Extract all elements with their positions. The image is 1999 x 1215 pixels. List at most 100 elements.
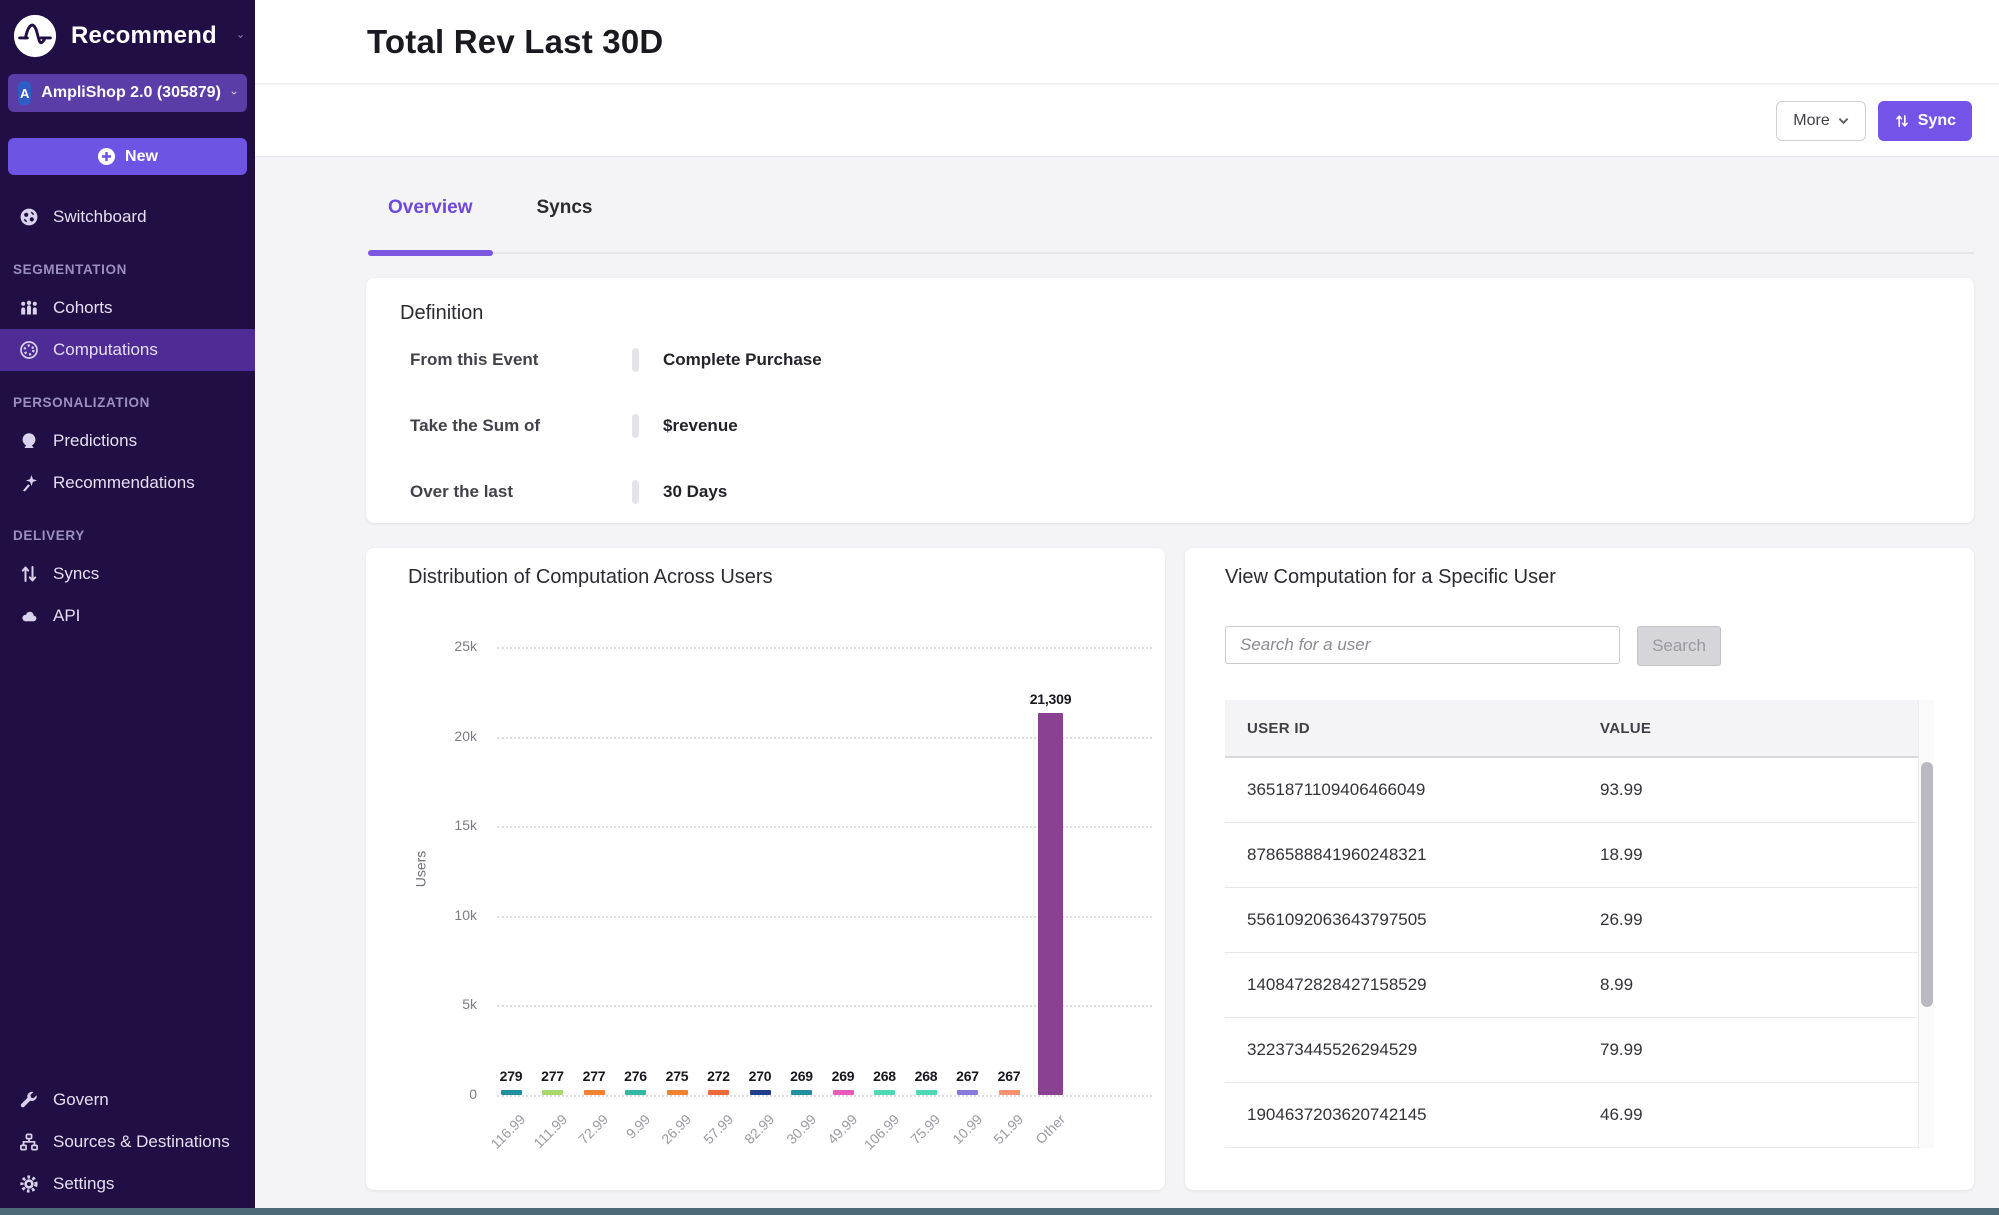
user-values-table: USER ID VALUE 365187110940646604993.9987… — [1225, 700, 1934, 1152]
api-icon — [19, 606, 39, 626]
chevron-down-icon — [231, 89, 237, 97]
sync-button-label: Sync — [1918, 112, 1956, 130]
search-button[interactable]: Search — [1637, 626, 1721, 666]
separator — [632, 348, 639, 372]
sidebar-item-sources-destinations[interactable]: Sources & Destinations — [0, 1121, 255, 1163]
table-row[interactable]: 365187110940646604993.99 — [1225, 758, 1918, 823]
bar-49-99[interactable] — [833, 1090, 854, 1095]
sidebar-item-computations[interactable]: Computations — [0, 329, 255, 371]
user-id-cell: 1904637203620742145 — [1225, 1105, 1600, 1125]
definition-row-label: From this Event — [410, 350, 620, 370]
gridline — [497, 1095, 1152, 1097]
column-header-user-id: USER ID — [1225, 720, 1600, 737]
bar-51-99[interactable] — [999, 1090, 1020, 1095]
bar-10-99[interactable] — [957, 1090, 978, 1095]
new-button[interactable]: New — [8, 138, 247, 175]
user-search-input[interactable] — [1225, 626, 1620, 664]
table-row[interactable]: 32237344552629452979.99 — [1225, 1018, 1918, 1083]
value-cell: 93.99 — [1600, 780, 1643, 800]
y-axis-tick: 10k — [407, 907, 477, 923]
y-axis-tick: 25k — [407, 638, 477, 654]
column-header-value: VALUE — [1600, 720, 1651, 737]
sidebar-item-govern[interactable]: Govern — [0, 1079, 255, 1121]
sidebar-item-syncs[interactable]: Syncs — [0, 553, 255, 595]
sidebar-item-predictions[interactable]: Predictions — [0, 420, 255, 462]
bar-value-label: 21,309 — [1019, 691, 1083, 707]
sidebar-nav: SwitchboardSEGMENTATION Cohorts Computatio… — [0, 196, 255, 637]
definition-row-value: Complete Purchase — [663, 350, 822, 370]
bottom-edge-strip — [0, 1208, 1999, 1215]
bar-75-99[interactable] — [916, 1090, 937, 1095]
chevron-down-icon — [1838, 117, 1849, 125]
sidebar-item-label: Predictions — [53, 431, 137, 451]
bar-26-99[interactable] — [667, 1090, 688, 1095]
sidebar-item-label: Cohorts — [53, 298, 113, 318]
chevron-down-icon — [238, 32, 243, 41]
scrollbar-thumb[interactable] — [1921, 762, 1933, 1007]
table-row[interactable]: 190463720362074214546.99 — [1225, 1083, 1918, 1148]
user-lookup-title: View Computation for a Specific User — [1225, 566, 1556, 589]
bar-other[interactable] — [1038, 713, 1063, 1095]
table-row[interactable]: 556109206364379750526.99 — [1225, 888, 1918, 953]
definition-row: Over the last 30 Days — [410, 480, 727, 504]
sidebar-item-cohorts[interactable]: Cohorts — [0, 287, 255, 329]
govern-icon — [19, 1090, 39, 1110]
switchboard-icon — [19, 207, 39, 227]
bar-82-99[interactable] — [750, 1090, 771, 1095]
bar-111-99[interactable] — [542, 1090, 563, 1095]
more-button[interactable]: More — [1776, 101, 1865, 141]
definition-row: From this Event Complete Purchase — [410, 348, 822, 372]
y-axis-tick: 5k — [407, 996, 477, 1012]
sidebar: Recommend A AmpliShop 2.0 (305879) New S… — [0, 0, 255, 1215]
cohorts-icon — [19, 298, 39, 318]
user-id-cell: 322373445526294529 — [1225, 1040, 1600, 1060]
main-area: Total Rev Last 30D More Sync Overview Sy… — [255, 0, 1999, 1215]
sources-icon — [19, 1132, 39, 1152]
tab-overview[interactable]: Overview — [368, 157, 493, 252]
bar-value-label: 267 — [977, 1068, 1041, 1084]
definition-row-label: Take the Sum of — [410, 416, 620, 436]
table-row[interactable]: 878658884196024832118.99 — [1225, 823, 1918, 888]
settings-icon — [19, 1174, 39, 1194]
definition-row-value: $revenue — [663, 416, 738, 436]
amplitude-logo-icon — [12, 13, 58, 59]
y-axis-tick: 15k — [407, 817, 477, 833]
bar-106-99[interactable] — [874, 1090, 895, 1095]
definition-row: Take the Sum of $revenue — [410, 414, 738, 438]
chart-title: Distribution of Computation Across Users — [408, 566, 773, 589]
bar-57-99[interactable] — [708, 1090, 729, 1095]
sidebar-item-api[interactable]: API — [0, 595, 255, 637]
brand-header[interactable]: Recommend — [0, 0, 255, 62]
sync-button[interactable]: Sync — [1878, 101, 1972, 141]
product-name: Recommend — [71, 22, 217, 50]
sidebar-section-personalization: PERSONALIZATION — [0, 371, 255, 420]
recommendations-icon — [19, 473, 39, 493]
sidebar-item-switchboard[interactable]: Switchboard — [0, 196, 255, 238]
table-scrollbar[interactable] — [1918, 700, 1934, 1148]
sidebar-section-segmentation: SEGMENTATION — [0, 238, 255, 287]
sidebar-item-settings[interactable]: Settings — [0, 1163, 255, 1205]
sync-arrows-icon — [1894, 113, 1910, 129]
user-id-cell: 3651871109406466049 — [1225, 780, 1600, 800]
distribution-chart-card: Distribution of Computation Across Users… — [366, 548, 1165, 1190]
table-row[interactable]: 14084728284271585298.99 — [1225, 953, 1918, 1018]
x-axis-tick: 116.99 — [452, 1111, 528, 1187]
project-selector[interactable]: A AmpliShop 2.0 (305879) — [8, 74, 247, 112]
bar-9-99[interactable] — [625, 1090, 646, 1095]
user-lookup-card: View Computation for a Specific User Sea… — [1185, 548, 1974, 1190]
bar-30-99[interactable] — [791, 1090, 812, 1095]
value-cell: 8.99 — [1600, 975, 1633, 995]
user-id-cell: 1408472828427158529 — [1225, 975, 1600, 995]
tab-syncs[interactable]: Syncs — [517, 157, 613, 252]
sidebar-section-delivery: DELIVERY — [0, 504, 255, 553]
new-button-label: New — [125, 148, 158, 166]
bar-72-99[interactable] — [584, 1090, 605, 1095]
sidebar-item-label: Sources & Destinations — [53, 1132, 230, 1152]
more-button-label: More — [1793, 112, 1829, 130]
bar-116-99[interactable] — [501, 1090, 522, 1095]
tab-bar: Overview Syncs — [368, 157, 1974, 254]
sidebar-item-recommendations[interactable]: Recommendations — [0, 462, 255, 504]
sidebar-item-label: Computations — [53, 340, 158, 360]
user-id-cell: 8786588841960248321 — [1225, 845, 1600, 865]
definition-card: Definition From this Event Complete Purc… — [366, 278, 1974, 523]
